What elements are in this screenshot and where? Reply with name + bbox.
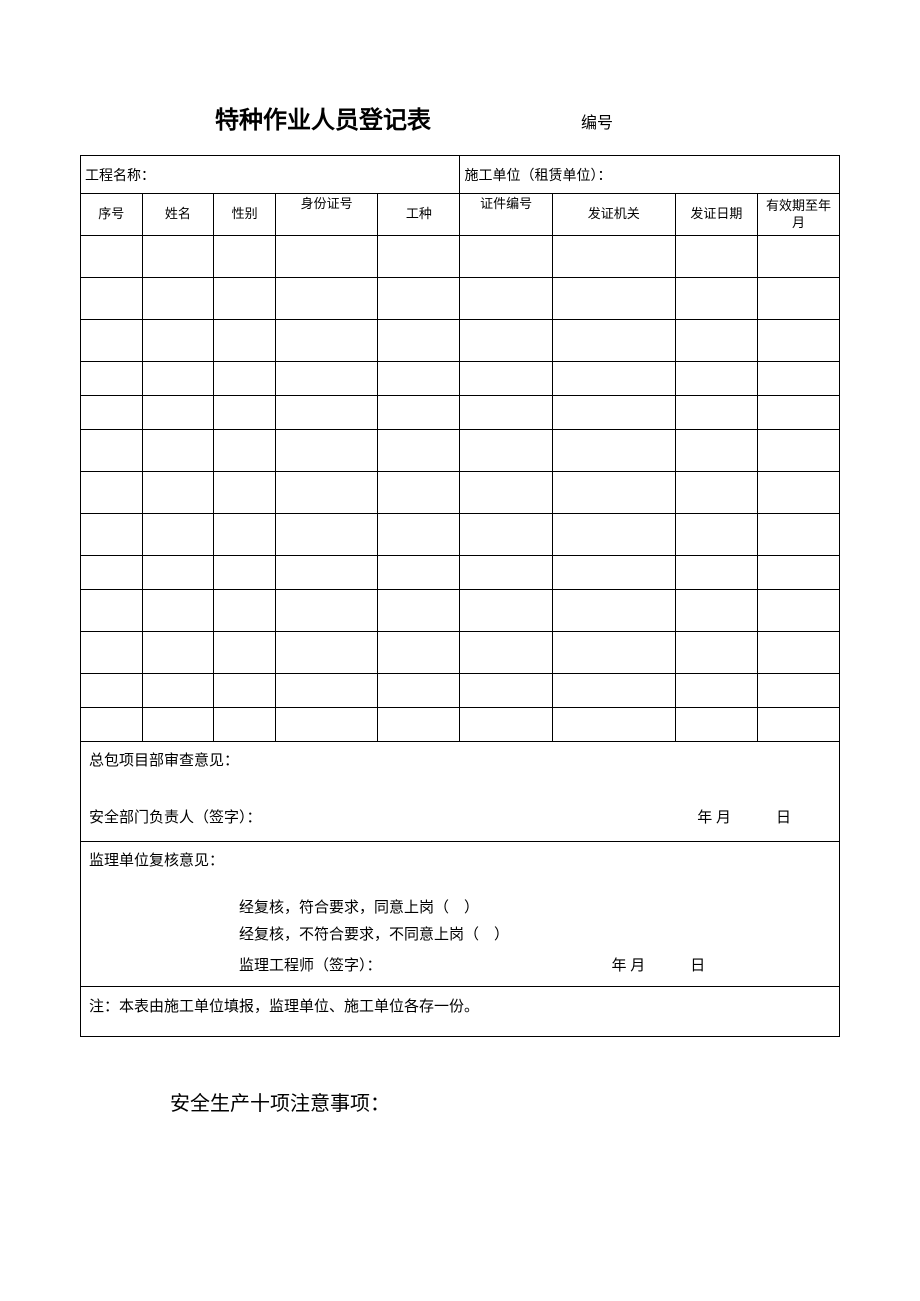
safety-notes-title: 安全生产十项注意事项：	[170, 1087, 840, 1116]
serial-number-label: 编号	[581, 109, 613, 133]
table-row[interactable]	[81, 396, 840, 430]
table-row[interactable]	[81, 632, 840, 674]
review1-title: 总包项目部审查意见：	[89, 748, 831, 775]
col-id-no: 身份证号	[275, 194, 378, 236]
review2-date: 年 月 日	[612, 953, 706, 980]
table-row[interactable]	[81, 362, 840, 396]
registration-table: 工程名称： 施工单位（租赁单位）： 序号 姓名 性别 身份证号 工种 证件编号 …	[80, 155, 840, 1037]
table-row[interactable]	[81, 674, 840, 708]
general-contractor-review-cell[interactable]: 总包项目部审查意见： 安全部门负责人（签字）： 年 月 日	[81, 742, 840, 842]
footnote-cell: 注：本表由施工单位填报，监理单位、施工单位各存一份。	[81, 987, 840, 1037]
review2-title: 监理单位复核意见：	[89, 848, 831, 875]
table-row[interactable]	[81, 590, 840, 632]
table-row[interactable]	[81, 236, 840, 278]
review2-reject-line: 经复核，不符合要求，不同意上岗（ ）	[239, 922, 831, 949]
page-title: 特种作业人员登记表	[215, 100, 431, 135]
review2-signer-label: 监理工程师（签字）：	[239, 953, 382, 980]
col-cert-no: 证件编号	[460, 194, 552, 236]
col-seq: 序号	[81, 194, 143, 236]
contractor-cell[interactable]: 施工单位（租赁单位）：	[460, 156, 840, 194]
table-row[interactable]	[81, 472, 840, 514]
review2-approve-line: 经复核，符合要求，同意上岗（ ）	[239, 895, 831, 922]
col-issuer: 发证机关	[552, 194, 675, 236]
table-row[interactable]	[81, 320, 840, 362]
review1-date: 年 月 日	[697, 805, 791, 832]
col-gender: 性别	[214, 194, 276, 236]
table-row[interactable]	[81, 556, 840, 590]
col-name: 姓名	[142, 194, 214, 236]
table-row[interactable]	[81, 430, 840, 472]
table-row[interactable]	[81, 514, 840, 556]
review1-signer-label: 安全部门负责人（签字）：	[89, 805, 262, 832]
col-expiry: 有效期至年月	[757, 194, 839, 236]
supervisor-review-cell[interactable]: 监理单位复核意见： 经复核，符合要求，同意上岗（ ） 经复核，不符合要求，不同意…	[81, 842, 840, 987]
col-issue-date: 发证日期	[675, 194, 757, 236]
project-name-cell[interactable]: 工程名称：	[81, 156, 460, 194]
table-row[interactable]	[81, 278, 840, 320]
table-row[interactable]	[81, 708, 840, 742]
col-job: 工种	[378, 194, 460, 236]
